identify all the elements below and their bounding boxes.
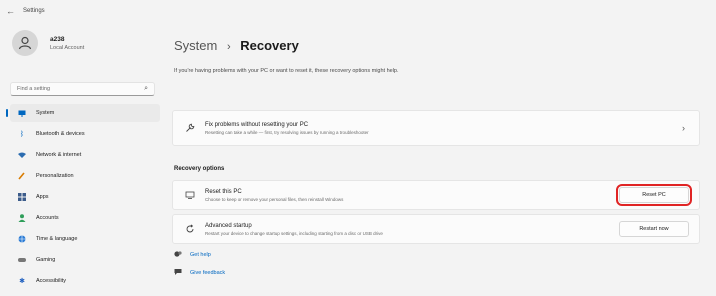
restart-icon [185, 224, 195, 234]
reset-pc-button[interactable]: Reset PC [616, 184, 692, 206]
feedback-icon [174, 268, 182, 278]
page-title: Recovery [240, 38, 299, 53]
controller-icon [18, 256, 26, 264]
app-title: Settings [23, 8, 45, 14]
sidebar-nav: System ᛒ Bluetooth & devices Network & i… [6, 104, 160, 293]
card-subtitle: Restart your device to change startup se… [205, 230, 383, 236]
reset-pc-icon [185, 190, 195, 200]
card-title: Reset this PC [205, 188, 242, 195]
help-icon [174, 250, 182, 260]
bluetooth-icon: ᛒ [19, 130, 25, 138]
card-subtitle: Resetting can take a while — first, try … [205, 129, 369, 135]
sidebar: a238 Local Account Find a setting ⌕ Syst… [0, 22, 168, 296]
sidebar-item-label: Gaming [36, 257, 56, 263]
sidebar-item-label: Apps [36, 194, 49, 200]
search-icon: ⌕ [144, 85, 148, 92]
card-title: Fix problems without resetting your PC [205, 121, 309, 128]
wifi-icon [18, 151, 26, 159]
brush-icon [18, 172, 26, 180]
breadcrumb-separator: › [226, 41, 231, 53]
search-placeholder: Find a setting [17, 86, 51, 92]
user-icon [18, 36, 32, 50]
sidebar-item-label: Accounts [36, 215, 59, 221]
card-subtitle: Choose to keep or remove your personal f… [205, 196, 344, 202]
sidebar-item-accounts[interactable]: Accounts [10, 209, 160, 227]
sidebar-item-gaming[interactable]: Gaming [10, 251, 160, 269]
user-name: a238 [50, 35, 65, 43]
link-label: Get help [190, 252, 211, 258]
get-help-link[interactable]: Get help [174, 248, 225, 262]
sidebar-item-label: Accessibility [36, 278, 66, 284]
back-arrow-icon[interactable]: ← [6, 6, 15, 16]
sidebar-item-network[interactable]: Network & internet [10, 146, 160, 164]
apps-icon [18, 193, 26, 201]
sidebar-item-time-language[interactable]: Time & language [10, 230, 160, 248]
sidebar-item-system[interactable]: System [6, 104, 160, 122]
card-title: Advanced startup [205, 222, 252, 229]
title-bar: ← Settings [0, 0, 716, 22]
monitor-icon [18, 109, 26, 117]
chevron-right-icon: › [682, 123, 685, 133]
sidebar-item-personalization[interactable]: Personalization [10, 167, 160, 185]
reset-pc-card: Reset this PC Choose to keep or remove y… [172, 180, 700, 210]
restart-now-button[interactable]: Restart now [619, 221, 689, 237]
section-title: Recovery options [174, 166, 225, 172]
breadcrumb: System › Recovery [174, 38, 299, 53]
person-icon [18, 214, 26, 222]
account-type: Local Account [50, 44, 85, 51]
page-description: If you're having problems with your PC o… [174, 68, 399, 74]
avatar [12, 30, 38, 56]
sidebar-item-label: Network & internet [36, 152, 82, 158]
search-input[interactable]: Find a setting ⌕ [10, 82, 155, 96]
sidebar-item-bluetooth[interactable]: ᛒ Bluetooth & devices [10, 125, 160, 143]
sidebar-item-label: Personalization [36, 173, 74, 179]
sidebar-item-label: System [36, 110, 55, 116]
advanced-startup-card: Advanced startup Restart your device to … [172, 214, 700, 244]
fix-problems-card[interactable]: Fix problems without resetting your PC R… [172, 110, 700, 146]
link-label: Give feedback [190, 270, 226, 276]
sidebar-item-label: Time & language [36, 236, 78, 242]
main-content: System › Recovery If you're having probl… [172, 22, 702, 296]
wrench-icon [185, 123, 195, 133]
globe-icon [18, 235, 26, 243]
help-links: Get help Give feedback [174, 248, 225, 284]
accessibility-icon: ✱ [19, 278, 25, 285]
give-feedback-link[interactable]: Give feedback [174, 266, 225, 280]
breadcrumb-parent[interactable]: System [174, 38, 217, 53]
sidebar-item-label: Bluetooth & devices [36, 131, 85, 137]
profile[interactable]: a238 Local Account [12, 30, 84, 56]
sidebar-item-apps[interactable]: Apps [10, 188, 160, 206]
sidebar-item-accessibility[interactable]: ✱ Accessibility [10, 272, 160, 290]
